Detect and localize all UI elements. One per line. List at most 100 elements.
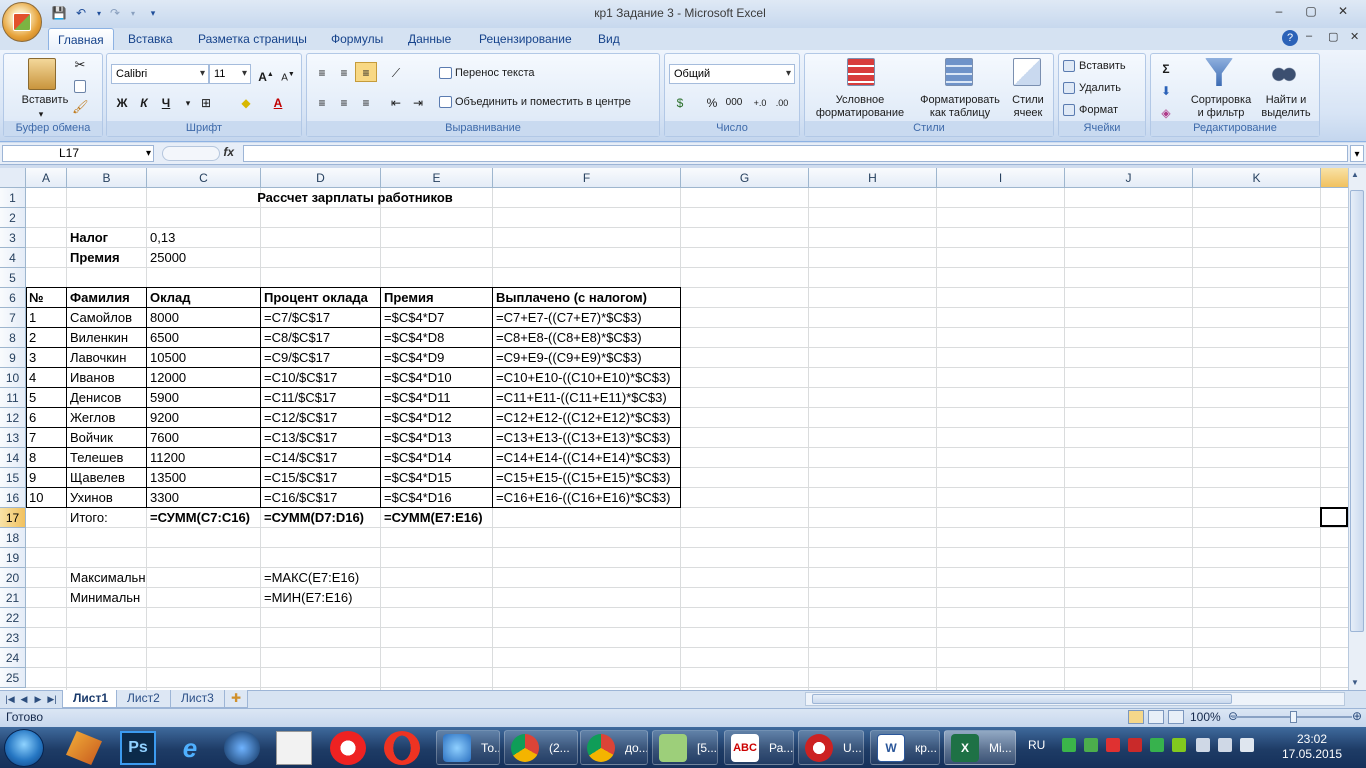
table-cell[interactable]: =C9+E9-((C9+E9)*$C$3) (493, 348, 681, 368)
sheet-title[interactable]: Рассчет зарплаты работников (26, 188, 681, 208)
align-middle-icon[interactable]: ≡ (333, 62, 355, 82)
table-cell[interactable]: =C13+E13-((C13+E13)*$C$3) (493, 428, 681, 448)
page-layout-view-icon[interactable] (1148, 710, 1164, 724)
cell-styles-icon[interactable] (1013, 58, 1041, 86)
table-cell[interactable]: =C14+E14-((C14+E14)*$C$3) (493, 448, 681, 468)
column-header-I[interactable]: I (937, 168, 1065, 188)
ribbon-close-icon[interactable]: ✕ (1350, 30, 1359, 43)
tray-icon[interactable] (1128, 738, 1142, 752)
table-cell[interactable]: 3 (26, 348, 67, 368)
table-header[interactable]: Процент оклада (261, 288, 381, 308)
bonus-label[interactable]: Премия (67, 248, 147, 268)
min-label[interactable]: Минимальн (67, 588, 147, 608)
ribbon-restore-icon[interactable]: ▢ (1328, 30, 1338, 43)
first-sheet-icon[interactable]: |◀ (4, 691, 16, 707)
max-formula[interactable]: =МАКС(E7:E16) (261, 568, 381, 588)
ribbon-minimize-icon[interactable]: – (1306, 30, 1312, 42)
tray-icon[interactable] (1172, 738, 1186, 752)
close-button[interactable]: ✕ (1330, 2, 1356, 20)
sheet-tab-3[interactable]: Лист3 (170, 690, 225, 708)
table-cell[interactable]: 1 (26, 308, 67, 328)
table-cell[interactable]: 7600 (147, 428, 261, 448)
align-bottom-icon[interactable]: ≡ (355, 62, 377, 82)
row-header-4[interactable]: 4 (0, 248, 26, 268)
total-bonus[interactable]: =СУММ(E7:E16) (381, 508, 493, 528)
table-cell[interactable]: =$C$4*D14 (381, 448, 493, 468)
scroll-down-icon[interactable]: ▼ (1351, 678, 1359, 687)
tray-icon[interactable] (1084, 738, 1098, 752)
table-cell[interactable]: 10500 (147, 348, 261, 368)
horizontal-scroll-thumb[interactable] (812, 694, 1232, 704)
column-header-A[interactable]: A (26, 168, 67, 188)
table-cell[interactable]: =C15/$C$17 (261, 468, 381, 488)
format-cells-button[interactable]: Формат (1079, 104, 1145, 117)
table-cell[interactable]: =$C$4*D11 (381, 388, 493, 408)
table-cell[interactable]: 11200 (147, 448, 261, 468)
tab-formulas[interactable]: Формулы (322, 28, 392, 50)
table-cell[interactable]: =C8/$C$17 (261, 328, 381, 348)
column-header-G[interactable]: G (681, 168, 809, 188)
media-player-icon[interactable] (224, 731, 260, 765)
column-header-E[interactable]: E (381, 168, 493, 188)
orientation-icon[interactable]: ⟋ (385, 62, 407, 82)
table-cell[interactable]: =C14/$C$17 (261, 448, 381, 468)
table-cell[interactable]: =C11+E11-((C11+E11)*$C$3) (493, 388, 681, 408)
font-size-select[interactable]: 11 (209, 64, 251, 84)
column-header-C[interactable]: C (147, 168, 261, 188)
bonus-value[interactable]: 25000 (147, 248, 261, 268)
fill-icon[interactable]: ⬇ (1155, 80, 1177, 100)
insert-function-button[interactable]: fx (162, 145, 240, 162)
table-cell[interactable]: 9200 (147, 408, 261, 428)
tab-home[interactable]: Главная (48, 28, 114, 50)
undo-icon[interactable]: ↶ (72, 4, 90, 22)
align-center-icon[interactable]: ≡ (333, 92, 355, 112)
column-header-D[interactable]: D (261, 168, 381, 188)
page-break-view-icon[interactable] (1168, 710, 1184, 724)
normal-view-icon[interactable] (1128, 710, 1144, 724)
row-header-9[interactable]: 9 (0, 348, 26, 368)
table-header[interactable]: Оклад (147, 288, 261, 308)
table-cell[interactable]: Войчик (67, 428, 147, 448)
table-cell[interactable]: 9 (26, 468, 67, 488)
tax-label[interactable]: Налог (67, 228, 147, 248)
number-format-select[interactable]: Общий (669, 64, 795, 84)
table-cell[interactable]: Щавелев (67, 468, 147, 488)
table-cell[interactable]: 3300 (147, 488, 261, 508)
paste-dropdown-icon[interactable]: ▾ (34, 108, 48, 121)
tray-icon[interactable] (1150, 738, 1164, 752)
row-header-19[interactable]: 19 (0, 548, 26, 568)
table-cell[interactable]: Жеглов (67, 408, 147, 428)
find-select-button[interactable]: Найти и выделить (1253, 94, 1319, 120)
align-top-icon[interactable]: ≡ (311, 62, 333, 82)
row-header-25[interactable]: 25 (0, 668, 26, 688)
table-cell[interactable]: =C16+E16-((C16+E16)*$C$3) (493, 488, 681, 508)
increase-indent-icon[interactable]: ⇥ (407, 92, 429, 112)
conditional-formatting-icon[interactable] (847, 58, 875, 86)
row-header-2[interactable]: 2 (0, 208, 26, 228)
table-cell[interactable]: =C7/$C$17 (261, 308, 381, 328)
table-cell[interactable]: =$C$4*D10 (381, 368, 493, 388)
help-icon[interactable]: ? (1282, 30, 1298, 46)
row-header-20[interactable]: 20 (0, 568, 26, 588)
row-header-22[interactable]: 22 (0, 608, 26, 628)
vertical-scroll-thumb[interactable] (1350, 190, 1364, 632)
table-cell[interactable]: Телешев (67, 448, 147, 468)
bold-button[interactable]: Ж (111, 92, 133, 112)
italic-button[interactable]: К (133, 92, 155, 112)
row-header-12[interactable]: 12 (0, 408, 26, 428)
table-cell[interactable]: =C9/$C$17 (261, 348, 381, 368)
row-header-18[interactable]: 18 (0, 528, 26, 548)
row-header-15[interactable]: 15 (0, 468, 26, 488)
percent-style-button[interactable]: % (701, 92, 723, 112)
sort-filter-button[interactable]: Сортировка и фильтр (1185, 94, 1257, 120)
column-header-F[interactable]: F (493, 168, 681, 188)
underline-button[interactable]: Ч (155, 92, 177, 112)
row-header-3[interactable]: 3 (0, 228, 26, 248)
decrease-decimal-icon[interactable]: .00 (771, 92, 793, 112)
table-cell[interactable]: =C11/$C$17 (261, 388, 381, 408)
table-cell[interactable]: Денисов (67, 388, 147, 408)
table-cell[interactable]: =$C$4*D15 (381, 468, 493, 488)
decrease-font-icon[interactable]: A▼ (277, 64, 299, 84)
selected-cell-L17[interactable] (1320, 507, 1348, 527)
font-name-select[interactable]: Calibri (111, 64, 209, 84)
